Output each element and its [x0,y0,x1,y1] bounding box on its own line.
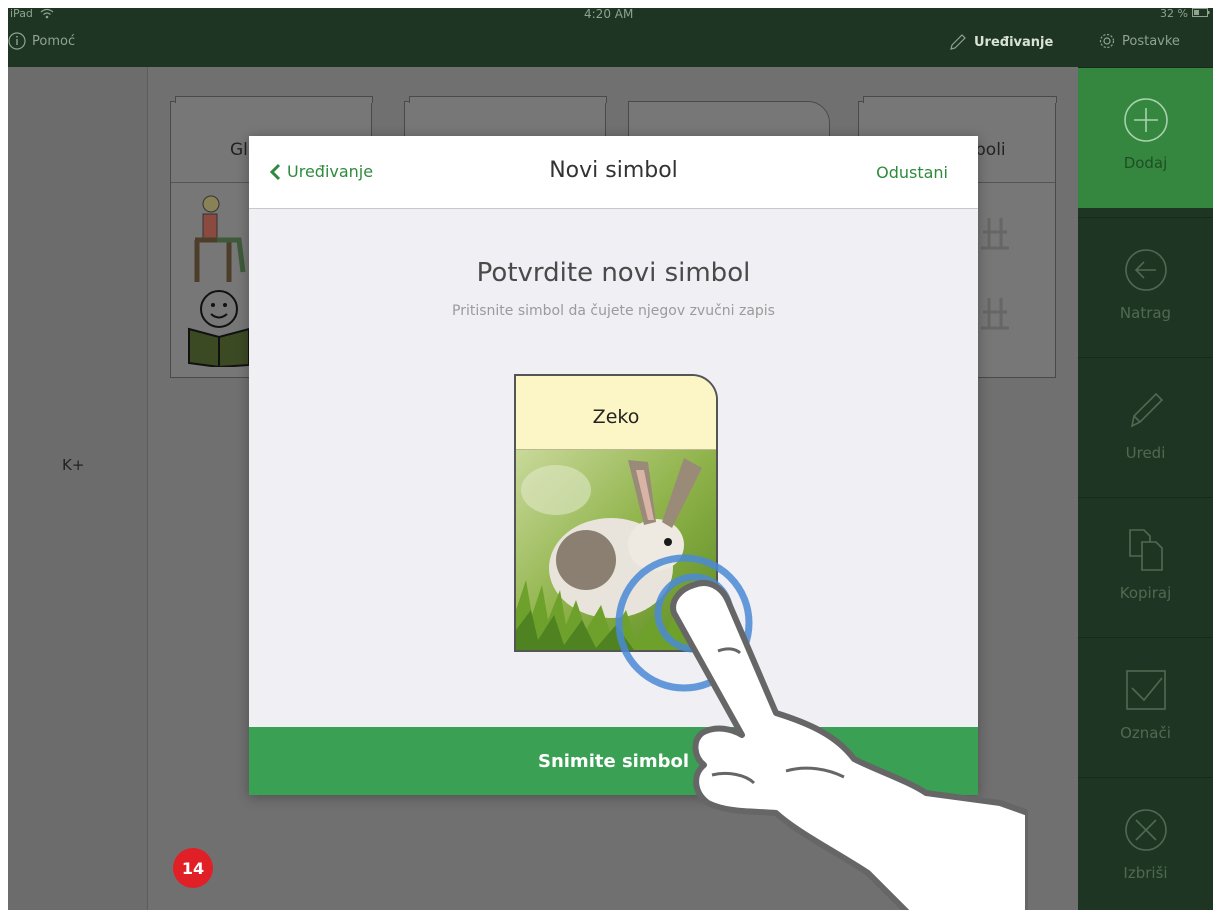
clock: 4:20 AM [584,8,634,21]
confirm-subtitle: Pritisnite simbol da čujete njegov zvučn… [452,303,775,319]
symbol-preview-card[interactable]: Zeko [514,374,718,652]
edit-mode-button[interactable]: Uređivanje [948,32,1053,52]
pencil-icon [1130,392,1163,428]
person-sitting-icon [194,195,246,282]
edit-mode-label: Uređivanje [974,34,1054,50]
edit-button[interactable]: Uredi [1078,357,1213,498]
delete-label: Izbriši [1123,864,1168,882]
info-icon [8,32,26,50]
delete-circle-icon [1124,809,1167,851]
back-label: Natrag [1119,304,1172,322]
keyboard-label: K+ [62,456,85,474]
checkbox-icon [1125,670,1166,710]
step-badge: 14 [173,848,213,888]
person-reading-icon [188,290,250,367]
symbol-label-area: Zeko [516,376,716,450]
select-button[interactable]: Označi [1078,637,1213,778]
confirm-heading: Potvrdite novi simbol [476,258,751,288]
action-sidebar: Dodaj Natrag Uredi Kopiraj Označi Izbriš… [1078,67,1213,910]
add-button[interactable]: Dodaj [1078,67,1213,208]
left-panel: K+ [8,67,148,910]
plus-circle-icon [1123,98,1168,142]
dialog-title: Novi simbol [549,158,678,183]
gear-icon [1099,33,1115,49]
device-label: iPad [10,8,33,20]
category-card-title: boli [975,140,1006,160]
add-label: Dodaj [1123,154,1168,172]
copy-icon [1128,529,1163,571]
dialog-header: Uređivanje Novi simbol Odustani [249,136,978,209]
battery-icon [1192,8,1210,17]
cancel-button[interactable]: Odustani [876,163,948,182]
settings-label: Postavke [1122,33,1180,49]
battery-percent: 32 % [1160,8,1188,20]
delete-button[interactable]: Izbriši [1078,777,1213,910]
select-label: Označi [1120,724,1171,742]
wifi-icon [40,8,54,19]
symbol-placeholder-icon [981,218,1009,330]
copy-label: Kopiraj [1119,584,1172,602]
new-symbol-dialog: Uređivanje Novi simbol Odustani Potvrdit… [249,136,978,795]
copy-button[interactable]: Kopiraj [1078,497,1213,638]
edit-label: Uredi [1125,444,1166,462]
help-label: Pomoć [32,33,76,49]
back-arrow-icon [1124,249,1167,291]
rabbit-photo [516,450,716,650]
app-screen: iPad 4:20 AM 32 % Pomoć Uređivanje Posta… [8,8,1213,910]
back-button[interactable]: Natrag [1078,217,1213,358]
symbol-label: Zeko [592,406,640,428]
record-symbol-button[interactable]: Snimite simbol [249,727,978,795]
pencil-icon [950,34,966,50]
settings-button[interactable]: Postavke [1098,32,1180,50]
help-button[interactable]: Pomoć [8,32,75,50]
top-bar: iPad 4:20 AM 32 % Pomoć Uređivanje Posta… [8,8,1213,67]
category-card-title: Gl [230,140,248,160]
